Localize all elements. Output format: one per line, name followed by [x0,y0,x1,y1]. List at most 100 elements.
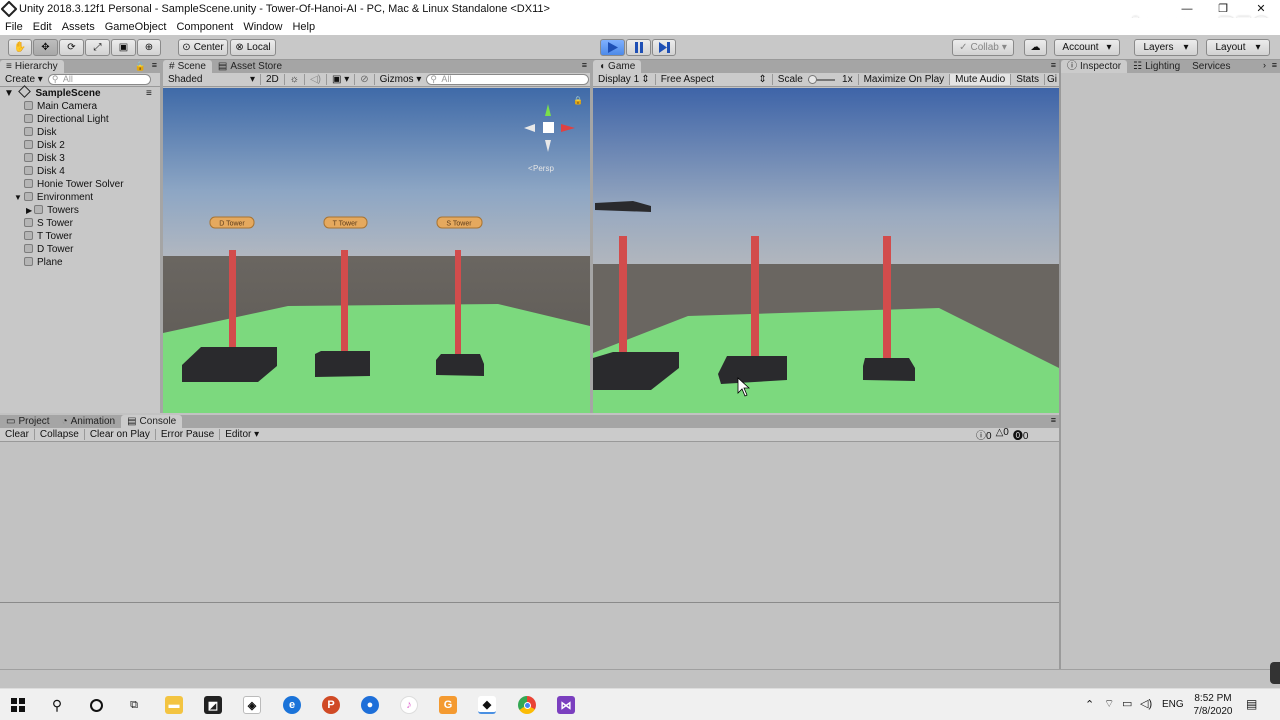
lock-icon[interactable]: 🔒 [135,61,146,72]
gizmos-dropdown[interactable]: Gizmos ▾ [375,74,427,85]
status-handle[interactable] [1270,662,1280,684]
tab-services[interactable]: Services [1186,60,1236,73]
rotate-tool-button[interactable]: ⟳ [59,39,84,56]
account-dropdown[interactable]: Account ▾ [1054,39,1120,56]
panel-menu-icon[interactable]: ≡ [1272,60,1277,70]
windows-start-icon[interactable] [9,696,27,714]
scale-slider[interactable] [807,74,836,84]
list-item[interactable]: D Tower [24,243,74,256]
light-toggle[interactable]: ☼ [285,74,305,85]
menu-assets[interactable]: Assets [57,21,100,33]
app-icon[interactable]: ◩ [204,696,222,714]
tray-expand-icon[interactable]: ⌃ [1085,698,1094,711]
tab-scene[interactable]: # Scene [163,60,212,73]
hierarchy-search-input[interactable]: ⚲ All [47,74,151,85]
menu-window[interactable]: Window [238,21,287,33]
scale-tool-button[interactable]: ⤢ [85,39,110,56]
chrome-icon[interactable] [518,696,536,714]
play-button[interactable] [600,39,625,56]
lock-icon[interactable]: 🔒 [573,96,583,105]
create-dropdown[interactable]: Create ▾ [0,74,48,85]
hand-tool-button[interactable]: ✋ [8,39,32,56]
clock[interactable]: 8:52 PM 7/8/2020 [1190,692,1236,718]
splitter[interactable] [160,60,163,413]
unity-icon[interactable]: ◆ [478,696,496,714]
panel-menu-icon[interactable]: ≡ [1051,60,1056,70]
list-item[interactable]: Disk 2 [24,139,65,152]
menu-edit[interactable]: Edit [28,21,57,33]
list-item[interactable]: Disk 3 [24,152,65,165]
step-button[interactable] [652,39,676,56]
collapse-arrow-icon[interactable]: ▶ [26,206,32,215]
list-item[interactable]: ▼ Environment [14,191,93,204]
tab-inspector[interactable]: ⓘ Inspector [1061,60,1128,73]
collapse-toggle[interactable]: Collapse [35,429,85,440]
location-app-icon[interactable]: ● [361,696,379,714]
mute-audio-toggle[interactable]: Mute Audio [950,74,1012,85]
notifications-icon[interactable]: ▤ [1246,697,1257,711]
battery-icon[interactable]: ▭ [1122,697,1132,710]
space-local-toggle[interactable]: ⊗ Local [230,39,276,56]
persp-label[interactable]: Persp [533,164,554,173]
more-tabs-icon[interactable]: › [1263,60,1266,70]
itunes-icon[interactable]: ♪ [400,696,418,714]
tab-asset-store[interactable]: ▤ Asset Store [212,60,288,73]
list-item[interactable]: Honie Tower Solver [24,178,124,191]
edge-icon[interactable]: e [283,696,301,714]
tab-game[interactable]: ◖ Game [593,60,642,73]
audio-toggle[interactable]: ◁) [305,74,327,85]
tab-console[interactable]: ▤ Console [121,415,183,428]
list-item[interactable]: Disk [24,126,56,139]
pivot-center-toggle[interactable]: ⊙ Center [178,39,228,56]
splitter[interactable] [590,60,593,413]
tab-lighting[interactable]: ☷ Lighting [1127,60,1186,73]
transform-tool-button[interactable]: ⊕ [137,39,161,56]
task-view-icon[interactable]: ⧉ [125,696,143,714]
expand-arrow-icon[interactable]: ▼ [14,193,22,202]
search-icon[interactable]: ⚲ [48,696,66,714]
menu-file[interactable]: File [0,21,28,33]
menu-help[interactable]: Help [287,21,320,33]
volume-icon[interactable]: ◁) [1140,697,1152,710]
tab-hierarchy[interactable]: ≡ Hierarchy [0,60,64,73]
unity-hub-icon[interactable]: ◈ [243,696,261,714]
list-item[interactable]: Directional Light [24,113,109,126]
console-log-area[interactable] [0,443,1059,669]
panel-menu-icon[interactable]: ≡ [1051,415,1056,425]
menu-gameobject[interactable]: GameObject [100,21,172,33]
list-item[interactable]: Main Camera [24,100,97,113]
gizmos-toggle[interactable]: Gi [1045,74,1059,85]
scene-search-input[interactable]: ⚲ All [426,74,590,85]
2d-toggle[interactable]: 2D [261,74,285,85]
wifi-icon[interactable]: ⌔ [1104,697,1114,711]
scene-menu-icon[interactable]: ≡ [146,87,152,100]
cloud-button[interactable]: ☁ [1024,39,1047,56]
move-tool-button[interactable]: ✥ [33,39,58,56]
aspect-dropdown[interactable]: Free Aspect ⇕ [656,74,773,85]
expand-arrow-icon[interactable]: ▼ [4,88,14,99]
editor-dropdown[interactable]: Editor ▾ [220,429,264,440]
info-toggle[interactable]: ⓘ0 [976,427,992,442]
shading-dropdown[interactable]: Shaded ▾ [163,74,261,85]
scene-visibility-toggle[interactable]: ⊘ [355,74,375,85]
menu-component[interactable]: Component [171,21,238,33]
clear-on-play-toggle[interactable]: Clear on Play [85,429,156,440]
clear-button[interactable]: Clear [0,429,35,440]
cortana-icon[interactable] [87,696,105,714]
list-item[interactable]: Disk 4 [24,165,65,178]
list-item[interactable]: Plane [24,256,63,269]
rect-tool-button[interactable]: ▣ [111,39,136,56]
list-item[interactable]: T Tower [24,230,72,243]
list-item[interactable]: S Tower [24,217,73,230]
console-divider[interactable] [0,602,1059,603]
error-toggle[interactable]: ⓿0 [1013,427,1029,442]
collab-dropdown[interactable]: ✓ Collab ▾ [952,39,1014,56]
scene-viewport[interactable]: D Tower T Tower S Tower Persp < 🔒 [163,88,590,413]
layout-dropdown[interactable]: Layout ▾ [1206,39,1270,56]
recorder-app-icon[interactable]: G [439,696,457,714]
layers-dropdown[interactable]: Layers ▾ [1134,39,1198,56]
display-dropdown[interactable]: Display 1 ⇕ [593,74,656,85]
panel-menu-icon[interactable]: ≡ [152,60,157,70]
file-explorer-icon[interactable]: ▬ [165,696,183,714]
p-app-icon[interactable]: P [322,696,340,714]
